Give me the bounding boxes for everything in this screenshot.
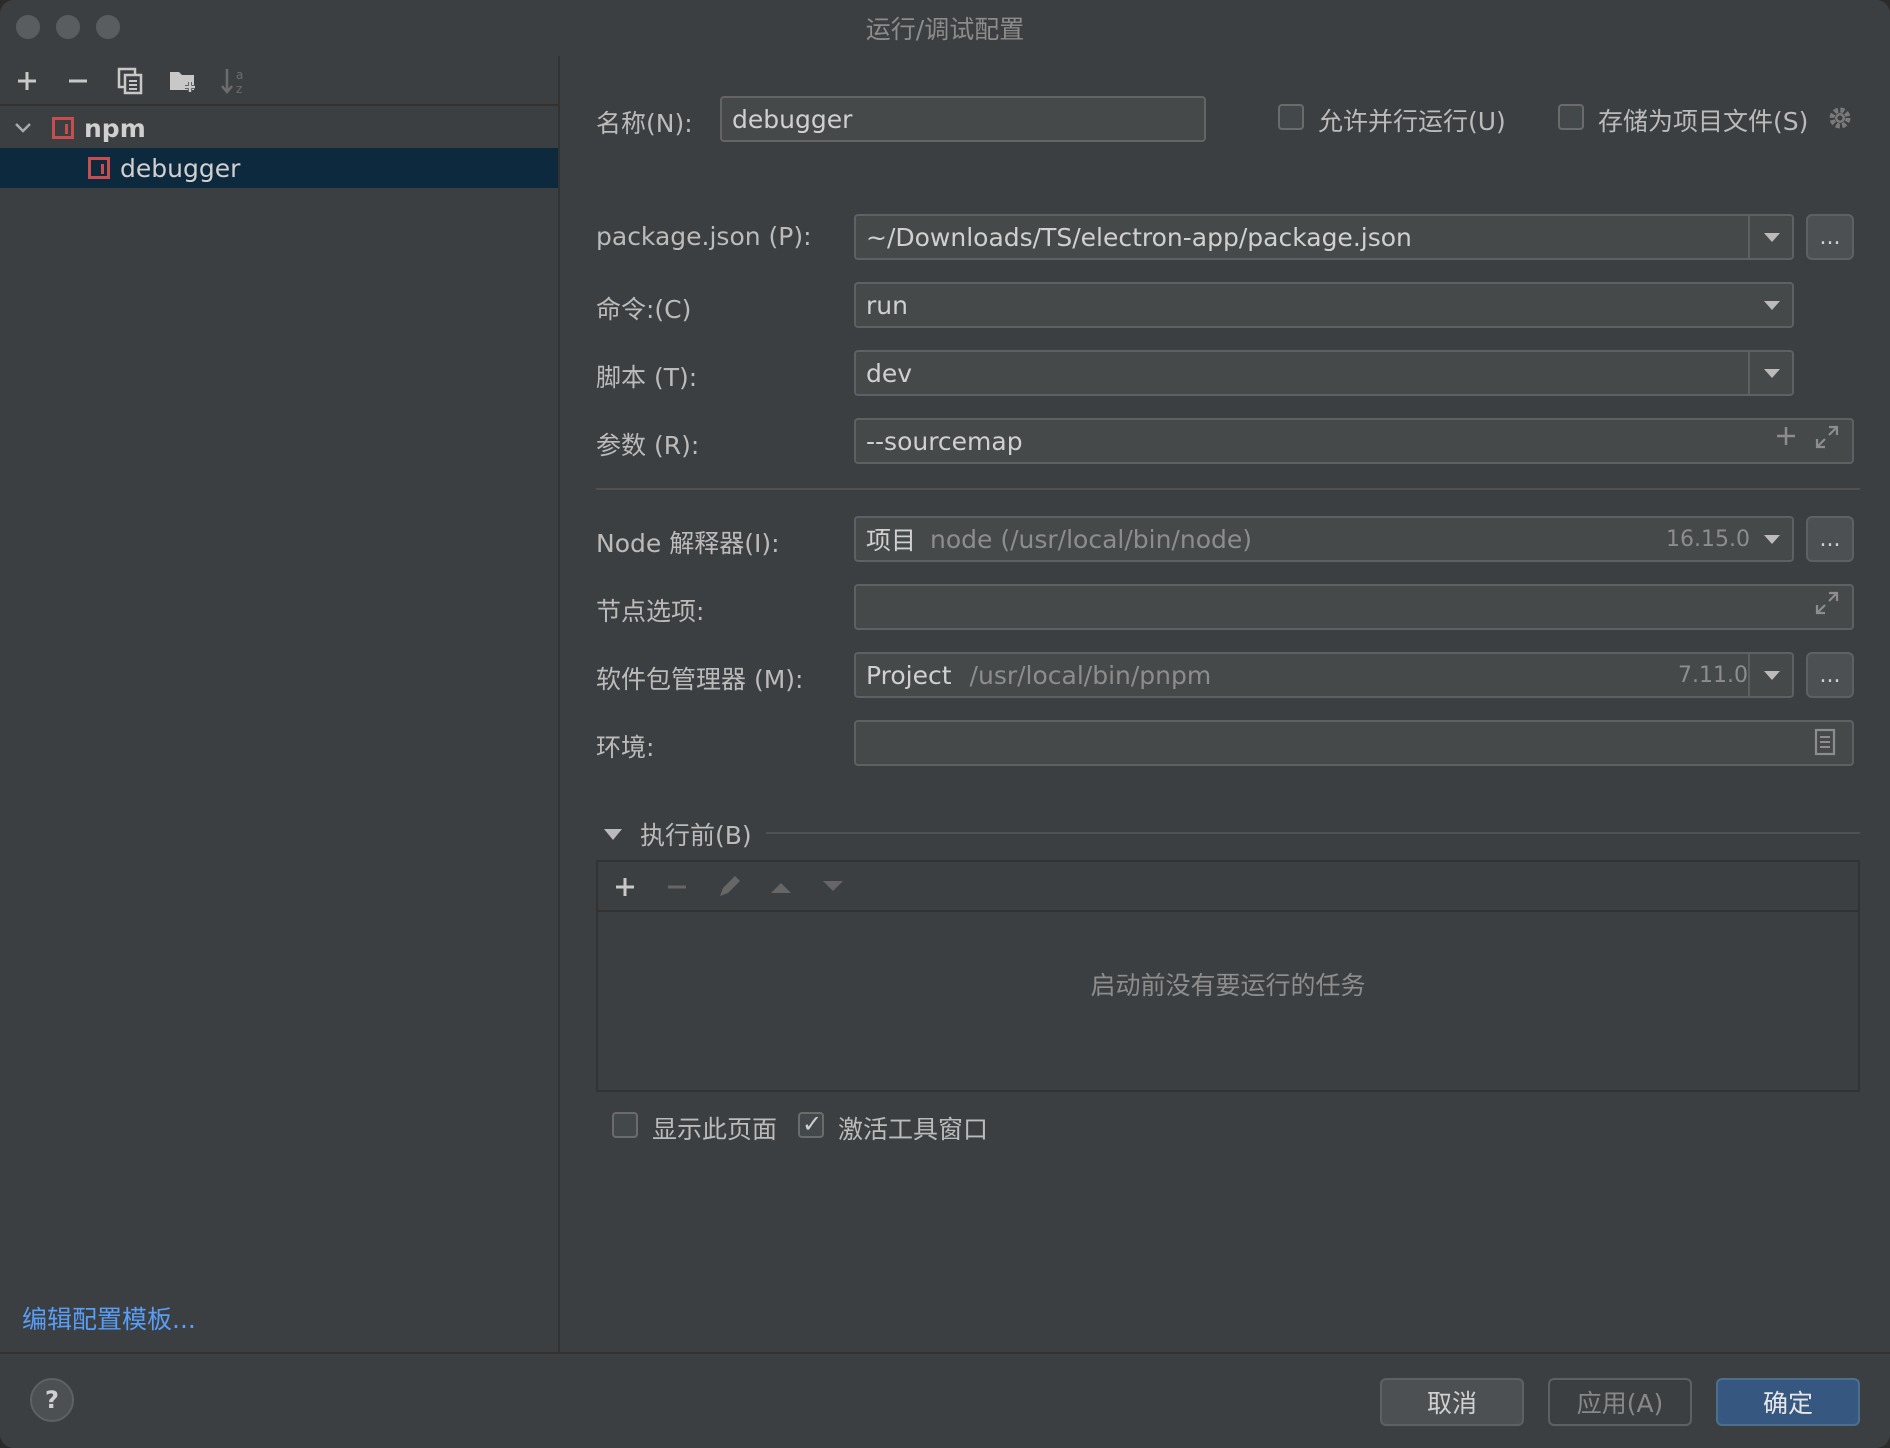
expand-icon[interactable] bbox=[1814, 590, 1840, 623]
collapse-triangle-icon[interactable] bbox=[604, 828, 622, 840]
command-value: run bbox=[866, 290, 908, 320]
store-as-project-checkbox[interactable] bbox=[1558, 104, 1584, 130]
folder-add-icon[interactable] bbox=[166, 64, 200, 98]
show-page-checkbox[interactable] bbox=[612, 1112, 638, 1138]
name-input[interactable]: debugger bbox=[720, 96, 1206, 142]
chevron-down-icon[interactable] bbox=[1750, 518, 1794, 560]
package-json-value: ~/Downloads/TS/electron-app/package.json bbox=[866, 222, 1412, 252]
copy-icon[interactable] bbox=[113, 64, 147, 98]
before-launch-tasks-list: 启动前没有要运行的任务 bbox=[596, 860, 1860, 1092]
chevron-down-icon[interactable] bbox=[1750, 216, 1794, 258]
add-icon[interactable] bbox=[10, 64, 44, 98]
package-manager-browse-button[interactable]: ... bbox=[1806, 652, 1854, 698]
package-json-combobox[interactable]: ~/Downloads/TS/electron-app/package.json bbox=[854, 214, 1794, 260]
name-label: 名称(N): bbox=[596, 109, 693, 138]
package-json-label: package.json (P): bbox=[596, 222, 812, 251]
tasks-toolbar bbox=[598, 862, 1858, 912]
package-manager-combobox[interactable]: Project /usr/local/bin/pnpm 7.11.0 bbox=[854, 652, 1794, 698]
chevron-down-icon[interactable] bbox=[1750, 352, 1794, 394]
edit-config-templates-link[interactable]: 编辑配置模板... bbox=[22, 1300, 196, 1336]
package-manager-scope: Project bbox=[866, 660, 952, 690]
tree-group-label: npm bbox=[84, 113, 146, 143]
chevron-down-icon[interactable] bbox=[14, 116, 32, 140]
svg-text:a: a bbox=[236, 68, 243, 82]
package-manager-label: 软件包管理器 (M): bbox=[596, 665, 804, 694]
node-interpreter-combobox[interactable]: 项目 node (/usr/local/bin/node) 16.15.0 bbox=[854, 516, 1794, 562]
add-icon[interactable] bbox=[608, 870, 642, 904]
args-value: --sourcemap bbox=[866, 426, 1023, 456]
tree-toolbar: az bbox=[0, 56, 558, 106]
package-json-browse-button[interactable]: ... bbox=[1806, 214, 1854, 260]
add-icon[interactable] bbox=[1774, 424, 1798, 455]
environment-input[interactable] bbox=[854, 720, 1854, 766]
window-title: 运行/调试配置 bbox=[865, 15, 1025, 44]
cancel-button[interactable]: 取消 bbox=[1380, 1378, 1524, 1426]
command-select[interactable]: run bbox=[854, 282, 1794, 328]
config-tree-panel: az npm debugger 编辑配置模板... bbox=[0, 56, 560, 1352]
node-interpreter-label: Node 解释器(I): bbox=[596, 529, 780, 558]
run-debug-config-dialog: 运行/调试配置 az npm debugger 编辑配置模板... 名称(N):… bbox=[0, 0, 1890, 1448]
config-form-panel: 名称(N): debugger 允许并行运行(U) 存储为项目文件(S) pac… bbox=[562, 56, 1890, 1352]
empty-tasks-message: 启动前没有要运行的任务 bbox=[1090, 971, 1366, 1000]
args-input[interactable]: --sourcemap bbox=[854, 418, 1854, 464]
node-options-label: 节点选项: bbox=[596, 597, 705, 626]
allow-parallel-label: 允许并行运行(U) bbox=[1318, 107, 1506, 136]
remove-icon[interactable] bbox=[660, 870, 694, 904]
args-label: 参数 (R): bbox=[596, 431, 700, 460]
ok-button[interactable]: 确定 bbox=[1716, 1378, 1860, 1426]
edit-pencil-icon[interactable] bbox=[712, 870, 746, 904]
tree-item-debugger[interactable]: debugger bbox=[0, 148, 558, 188]
activate-tool-window-label: 激活工具窗口 bbox=[838, 1115, 989, 1144]
activate-tool-window-checkbox[interactable] bbox=[798, 1110, 824, 1138]
script-combobox[interactable]: dev bbox=[854, 350, 1794, 396]
svg-text:z: z bbox=[236, 82, 242, 96]
title-bar: 运行/调试配置 bbox=[0, 0, 1890, 56]
gear-icon[interactable] bbox=[1826, 104, 1854, 138]
section-divider bbox=[596, 488, 1860, 490]
move-down-icon[interactable] bbox=[816, 870, 850, 904]
environment-label: 环境: bbox=[596, 733, 655, 762]
chevron-down-icon[interactable] bbox=[1750, 654, 1794, 696]
before-launch-title: 执行前(B) bbox=[640, 821, 752, 850]
chevron-down-icon[interactable] bbox=[1750, 284, 1794, 326]
before-launch-header[interactable]: 执行前(B) bbox=[604, 816, 752, 852]
show-page-label: 显示此页面 bbox=[652, 1115, 778, 1144]
dialog-button-bar: ? 取消 应用(A) 确定 bbox=[0, 1352, 1890, 1448]
node-interpreter-browse-button[interactable]: ... bbox=[1806, 516, 1854, 562]
script-value: dev bbox=[866, 358, 913, 388]
allow-parallel-checkbox[interactable] bbox=[1278, 104, 1304, 130]
store-as-project-label: 存储为项目文件(S) bbox=[1598, 107, 1809, 136]
remove-icon[interactable] bbox=[61, 64, 95, 98]
npm-icon bbox=[52, 117, 74, 139]
node-interpreter-path: node (/usr/local/bin/node) bbox=[930, 524, 1253, 554]
node-version: 16.15.0 bbox=[1666, 527, 1750, 552]
apply-button[interactable]: 应用(A) bbox=[1548, 1378, 1692, 1426]
help-button[interactable]: ? bbox=[30, 1378, 74, 1422]
tree-group-npm[interactable]: npm bbox=[0, 108, 558, 148]
expand-icon[interactable] bbox=[1814, 424, 1840, 457]
move-up-icon[interactable] bbox=[764, 870, 798, 904]
package-manager-version: 7.11.0 bbox=[1678, 663, 1748, 688]
command-label: 命令:(C) bbox=[596, 295, 692, 324]
package-manager-path: /usr/local/bin/pnpm bbox=[969, 660, 1212, 690]
npm-icon bbox=[88, 157, 110, 179]
tree-item-label: debugger bbox=[120, 153, 241, 183]
node-interpreter-scope: 项目 bbox=[866, 526, 917, 555]
document-icon[interactable] bbox=[1814, 728, 1836, 763]
node-options-input[interactable] bbox=[854, 584, 1854, 630]
script-label: 脚本 (T): bbox=[596, 363, 698, 392]
sort-az-icon[interactable]: az bbox=[218, 64, 252, 98]
name-input-value: debugger bbox=[732, 104, 853, 134]
before-launch-divider bbox=[766, 832, 1860, 834]
